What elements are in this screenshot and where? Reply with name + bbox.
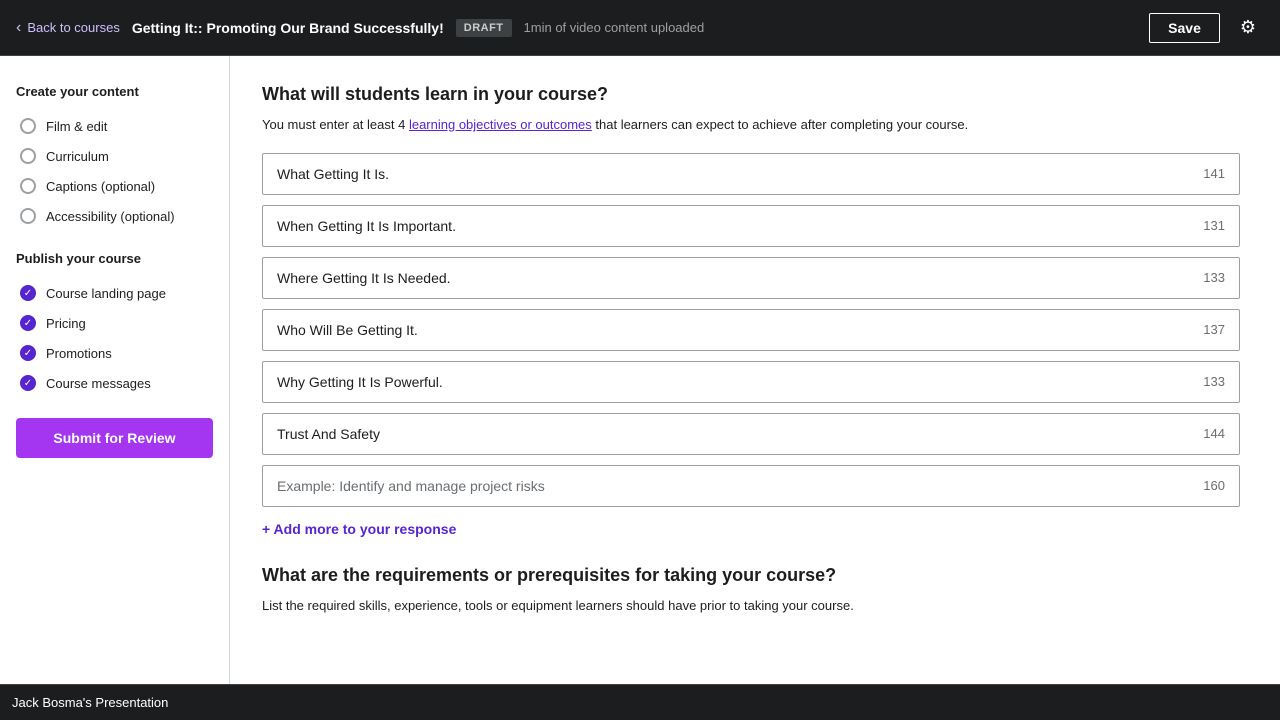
topbar: ‹ Back to courses Getting It:: Promoting… xyxy=(0,0,1280,56)
learning-input-0[interactable] xyxy=(263,154,1203,194)
sidebar-label-course-landing: Course landing page xyxy=(46,286,166,301)
sidebar-label-pricing: Pricing xyxy=(46,316,86,331)
taskbar: Jack Bosma's Presentation xyxy=(0,684,1280,720)
check-promotions: ✓ xyxy=(20,345,36,361)
sidebar: Create your content Film & edit Curricul… xyxy=(0,56,230,684)
upload-status: 1min of video content uploaded xyxy=(524,20,1138,35)
learning-input-4[interactable] xyxy=(263,362,1203,402)
settings-gear-button[interactable]: ⚙ xyxy=(1232,13,1264,42)
section1-desc-before: You must enter at least 4 xyxy=(262,117,409,132)
sidebar-label-accessibility: Accessibility (optional) xyxy=(46,209,175,224)
sidebar-item-film-edit[interactable]: Film & edit xyxy=(16,111,213,141)
sidebar-label-curriculum: Curriculum xyxy=(46,149,109,164)
section1-description: You must enter at least 4 learning objec… xyxy=(262,115,1240,135)
learning-item-5: 144 xyxy=(262,413,1240,455)
sidebar-item-captions[interactable]: Captions (optional) xyxy=(16,171,213,201)
main-layout: Create your content Film & edit Curricul… xyxy=(0,56,1280,684)
section2-heading: What are the requirements or prerequisit… xyxy=(262,565,1240,586)
learning-input-2[interactable] xyxy=(263,258,1203,298)
char-count-4: 133 xyxy=(1203,374,1239,389)
learning-item-2: 133 xyxy=(262,257,1240,299)
learning-item-3: 137 xyxy=(262,309,1240,351)
course-title: Getting It:: Promoting Our Brand Success… xyxy=(132,20,444,36)
sidebar-item-accessibility[interactable]: Accessibility (optional) xyxy=(16,201,213,231)
draft-badge: DRAFT xyxy=(456,19,512,37)
char-count-empty: 160 xyxy=(1203,478,1239,493)
learning-input-3[interactable] xyxy=(263,310,1203,350)
back-label: Back to courses xyxy=(27,20,120,35)
radio-film-edit xyxy=(20,118,36,134)
section2-description: List the required skills, experience, to… xyxy=(262,596,1240,616)
sidebar-item-promotions[interactable]: ✓ Promotions xyxy=(16,338,213,368)
save-button[interactable]: Save xyxy=(1149,13,1220,43)
section1-heading: What will students learn in your course? xyxy=(262,84,1240,105)
learning-objectives-link[interactable]: learning objectives or outcomes xyxy=(409,117,592,132)
taskbar-label: Jack Bosma's Presentation xyxy=(12,695,168,710)
char-count-5: 144 xyxy=(1203,426,1239,441)
learning-item-4: 133 xyxy=(262,361,1240,403)
section1-desc-after: that learners can expect to achieve afte… xyxy=(592,117,968,132)
char-count-1: 131 xyxy=(1203,218,1239,233)
sidebar-item-pricing[interactable]: ✓ Pricing xyxy=(16,308,213,338)
submit-for-review-button[interactable]: Submit for Review xyxy=(16,418,213,458)
sidebar-label-promotions: Promotions xyxy=(46,346,112,361)
sidebar-label-captions: Captions (optional) xyxy=(46,179,155,194)
create-content-section-title: Create your content xyxy=(16,84,213,99)
learning-input-empty[interactable] xyxy=(263,466,1203,506)
sidebar-label-course-messages: Course messages xyxy=(46,376,151,391)
learning-input-1[interactable] xyxy=(263,206,1203,246)
radio-captions xyxy=(20,178,36,194)
char-count-3: 137 xyxy=(1203,322,1239,337)
radio-curriculum xyxy=(20,148,36,164)
check-course-messages: ✓ xyxy=(20,375,36,391)
learning-item-empty: 160 xyxy=(262,465,1240,507)
publish-section-title: Publish your course xyxy=(16,251,213,266)
char-count-2: 133 xyxy=(1203,270,1239,285)
learning-item-1: 131 xyxy=(262,205,1240,247)
check-course-landing: ✓ xyxy=(20,285,36,301)
sidebar-label-film-edit: Film & edit xyxy=(46,119,107,134)
sidebar-item-course-landing[interactable]: ✓ Course landing page xyxy=(16,278,213,308)
learning-input-5[interactable] xyxy=(263,414,1203,454)
char-count-0: 141 xyxy=(1203,166,1239,181)
content-area: What will students learn in your course?… xyxy=(230,56,1280,684)
sidebar-item-curriculum[interactable]: Curriculum xyxy=(16,141,213,171)
radio-accessibility xyxy=(20,208,36,224)
check-pricing: ✓ xyxy=(20,315,36,331)
learning-item-0: 141 xyxy=(262,153,1240,195)
add-more-link[interactable]: + Add more to your response xyxy=(262,521,456,537)
back-arrow-icon: ‹ xyxy=(16,19,21,37)
sidebar-item-course-messages[interactable]: ✓ Course messages xyxy=(16,368,213,398)
back-to-courses-link[interactable]: ‹ Back to courses xyxy=(16,19,120,37)
